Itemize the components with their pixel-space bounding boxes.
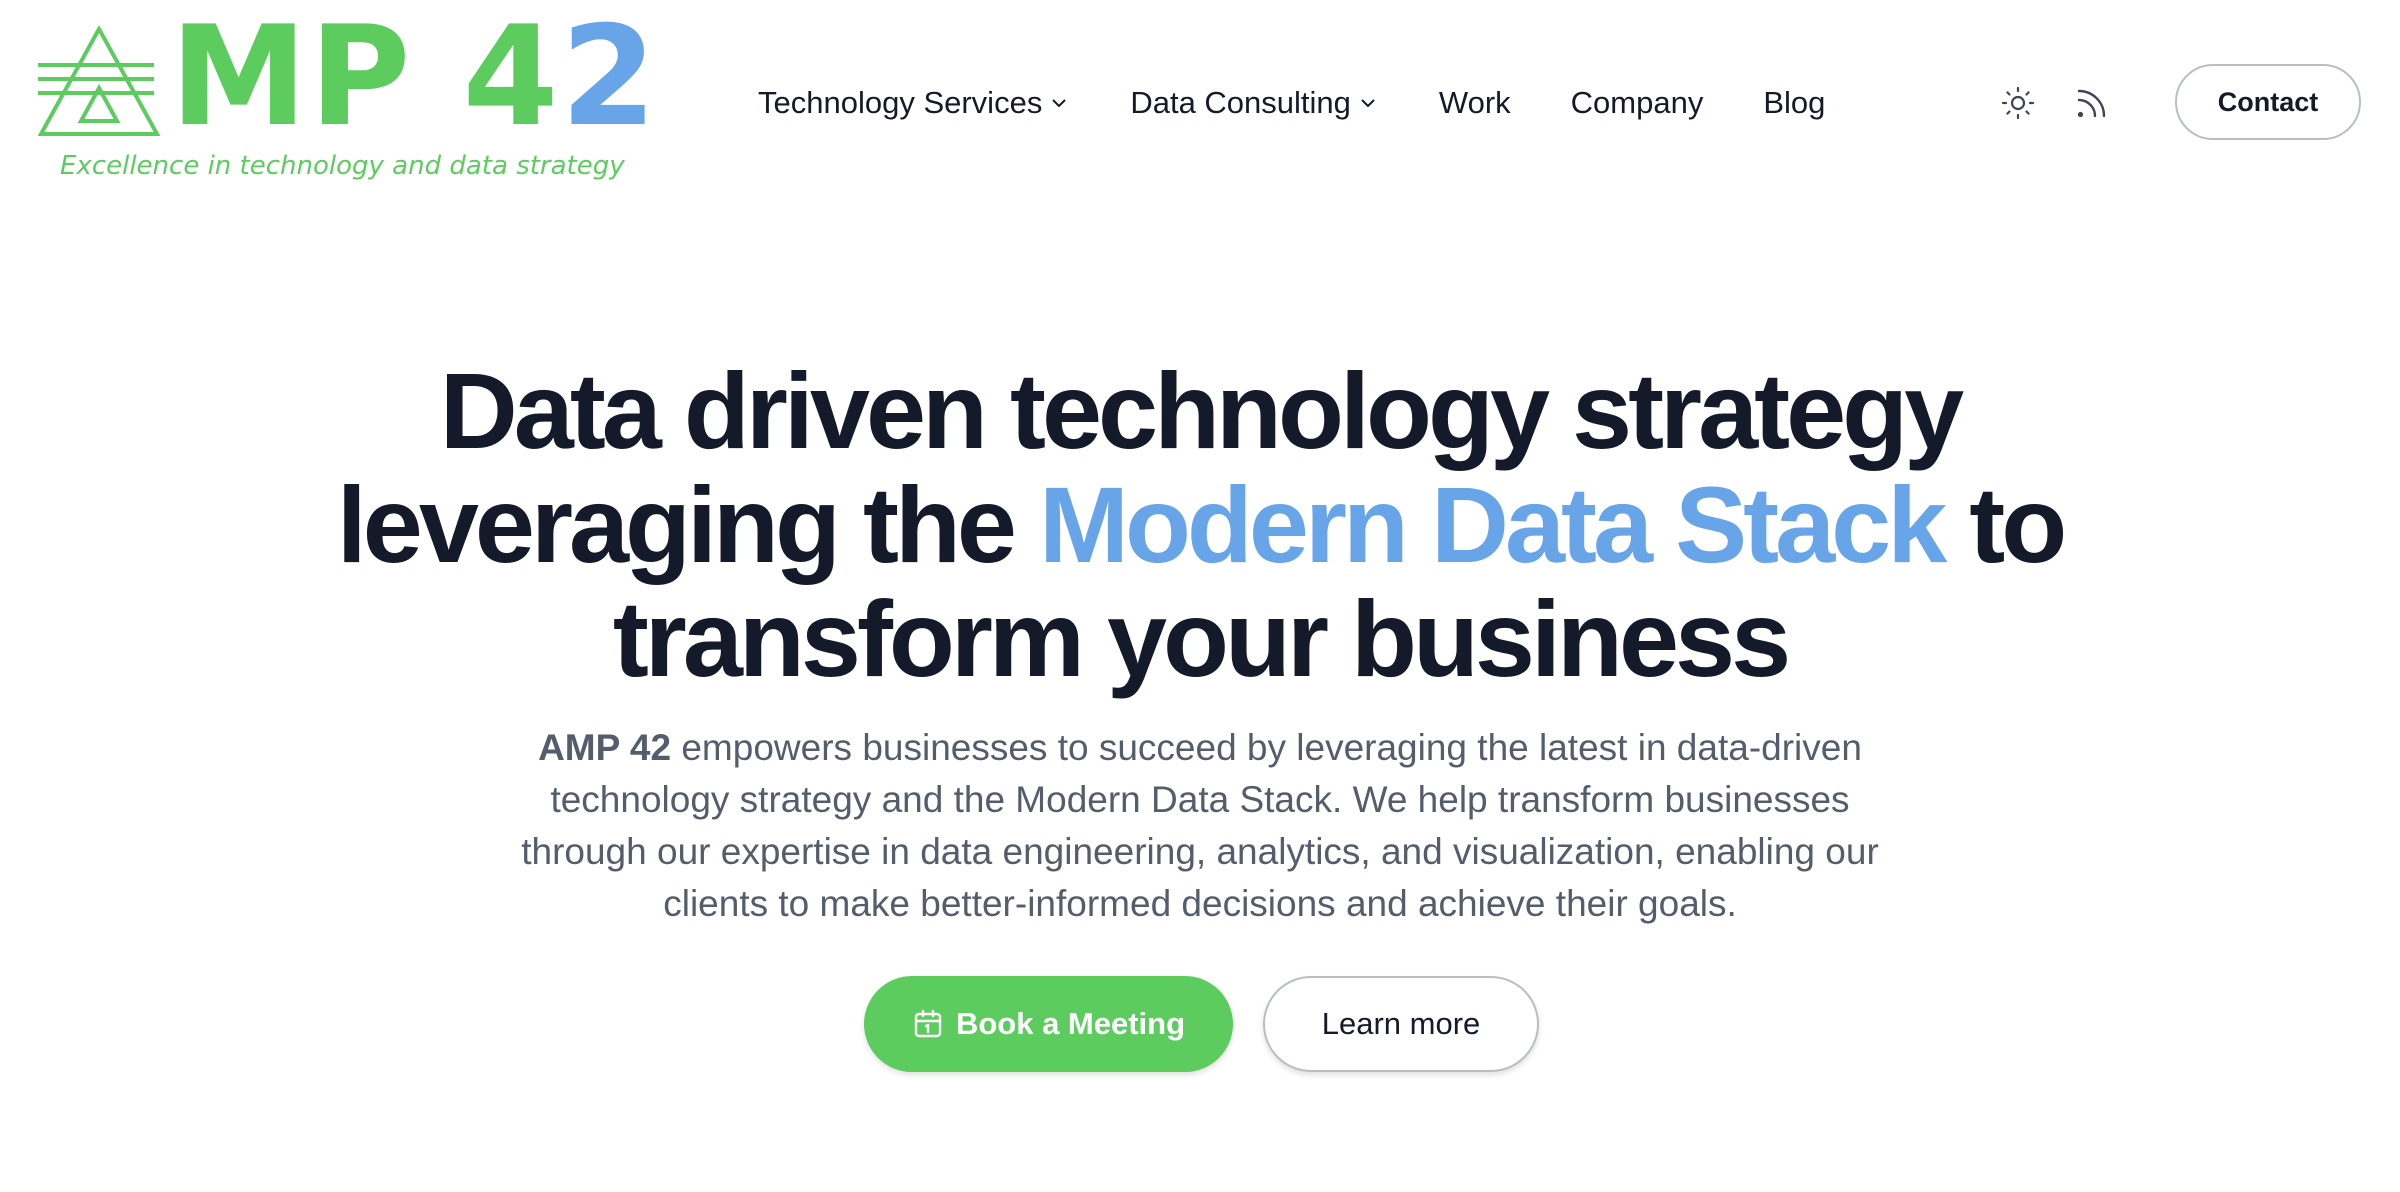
hero-title-line3: transform your business [612,578,1791,699]
hero-title: Data driven technology strategy leveragi… [200,354,2200,696]
nav-item-label: Technology Services [758,85,1043,120]
logo-wordmark: MP 42 [170,2,659,152]
chevron-down-icon [1361,99,1375,108]
triangle-lines-logo-icon [37,26,161,136]
hero-title-line2-after: to [1969,464,2067,585]
nav-item-blog[interactable]: Blog [1763,85,1825,121]
learn-more-button[interactable]: Learn more [1263,976,1539,1072]
book-meeting-button[interactable]: Book a Meeting [864,976,1233,1072]
nav-item-data-consulting[interactable]: Data Consulting [1130,85,1379,121]
hero-title-line1: Data driven technology strategy [439,350,1964,471]
logo-tagline: Excellence in technology and data strate… [60,151,625,181]
rss-icon [2077,89,2106,118]
hero-cta-row: Book a Meeting Learn more [0,976,2400,1072]
hero-subtitle-brand: AMP 42 [538,727,672,768]
nav-item-technology-services[interactable]: Technology Services [758,85,1070,121]
book-meeting-label: Book a Meeting [955,1006,1186,1041]
calendar-icon [912,1008,944,1040]
hero-title-line2-before: leveraging the [336,464,1017,585]
nav-item-work[interactable]: Work [1439,85,1511,121]
hero-subtitle-text: empowers businesses to succeed by levera… [521,727,1879,924]
logo-digit-two: 2 [560,0,659,157]
nav-item-label: Work [1438,85,1511,120]
main-nav: Technology Services Data Consulting Work… [758,80,1885,126]
nav-item-company[interactable]: Company [1571,85,1704,121]
nav-item-label: Data Consulting [1130,85,1351,120]
hero-title-accent: Modern Data Stack [1039,464,1947,585]
theme-toggle-button[interactable] [1996,81,2040,125]
site-header: MP 42 Excellence in technology and data … [0,0,2400,200]
logo-letters: MP [170,0,413,157]
hero-subtitle: AMP 42 empowers businesses to succeed by… [490,722,1910,930]
rss-feed-button[interactable] [2070,81,2114,125]
nav-item-label: Company [1570,85,1704,120]
nav-item-label: Blog [1763,85,1826,120]
logo-home-link[interactable]: MP 42 Excellence in technology and data … [36,2,657,186]
logo-digit-four: 4 [462,0,561,157]
sun-icon [2001,86,2035,120]
chevron-down-icon [1052,99,1067,108]
contact-button[interactable]: Contact [2175,64,2361,140]
